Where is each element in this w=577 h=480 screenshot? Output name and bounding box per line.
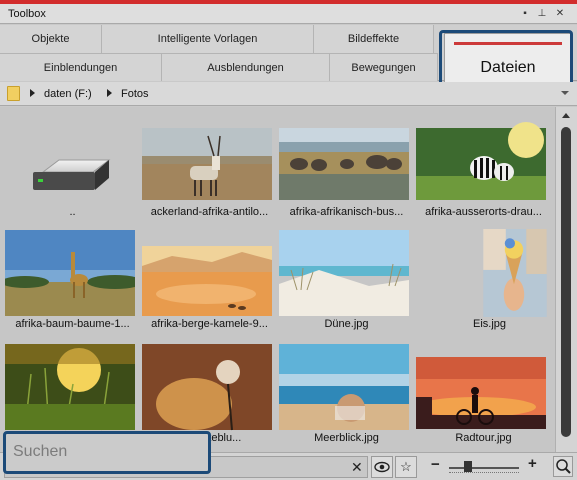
tab-objekte[interactable]: Objekte xyxy=(0,25,102,53)
tab-ausblendungen[interactable]: Ausblendungen xyxy=(162,53,330,81)
thumbnail-camels xyxy=(142,246,272,316)
file-name: .. xyxy=(69,206,76,218)
search-input[interactable]: Suchen xyxy=(3,431,211,474)
title-bar: Toolbox ▪ ⊥ ✕ xyxy=(0,4,577,24)
file-name: afrika-baum-baume-1... xyxy=(15,318,130,330)
thumbnail-zebras xyxy=(416,122,546,200)
file-tile[interactable]: ackerland-afrika-antilo... xyxy=(142,120,277,222)
tab-strip: Objekte Intelligente Vorlagen Bildeffekt… xyxy=(0,25,577,103)
file-tile[interactable]: ...-pusteblu... xyxy=(142,343,277,445)
clear-icon[interactable]: ✕ xyxy=(351,459,363,476)
breadcrumb: daten (F:) Fotos xyxy=(0,82,577,106)
thumbnail-elephants xyxy=(279,128,409,200)
breadcrumb-arrow-icon[interactable] xyxy=(107,89,112,97)
restore-icon[interactable]: ▪ xyxy=(518,7,532,21)
zoom-slider-ticks xyxy=(449,472,519,475)
star-icon[interactable]: ☆ xyxy=(395,456,417,478)
breadcrumb-arrow-icon[interactable] xyxy=(30,89,35,97)
zoom-slider-thumb[interactable] xyxy=(464,461,472,472)
file-name: afrika-berge-kamele-9... xyxy=(151,318,268,330)
file-tile[interactable]: afrika-ausserorts-drau... xyxy=(416,120,551,222)
thumbnail-grass-sunset xyxy=(5,344,135,431)
file-tile[interactable] xyxy=(5,343,140,445)
tab-bewegungen[interactable]: Bewegungen xyxy=(330,53,438,81)
file-tile[interactable]: afrika-baum-baume-1... xyxy=(5,229,140,331)
file-name: Eis.jpg xyxy=(472,318,507,330)
file-grid: .. ackerland-afrika-antilo... afrika-afr… xyxy=(0,107,555,452)
tab-intelligente-vorlagen[interactable]: Intelligente Vorlagen xyxy=(102,25,314,53)
zoom-fit-icon[interactable] xyxy=(553,456,573,477)
file-name: Radtour.jpg xyxy=(455,432,512,444)
file-tile[interactable]: Eis.jpg xyxy=(450,229,547,331)
file-name: Düne.jpg xyxy=(324,318,369,330)
vertical-scrollbar[interactable] xyxy=(555,107,577,452)
scroll-up-icon[interactable] xyxy=(562,113,570,118)
active-tab-indicator xyxy=(454,42,562,45)
folder-icon[interactable] xyxy=(7,86,20,101)
thumbnail-bike-tour xyxy=(416,357,546,429)
breadcrumb-folder[interactable]: Fotos xyxy=(121,88,149,100)
file-tile[interactable]: afrika-afrikanisch-bus... xyxy=(279,120,414,222)
file-name: afrika-ausserorts-drau... xyxy=(425,206,542,218)
file-tile[interactable]: afrika-berge-kamele-9... xyxy=(142,229,277,331)
close-icon[interactable]: ✕ xyxy=(553,7,567,21)
thumbnail-antelope xyxy=(142,128,272,200)
thumbnail-icecream xyxy=(483,229,547,317)
thumbnail-dandelion xyxy=(142,344,272,431)
thumbnail-dune xyxy=(279,230,409,316)
file-tile[interactable]: Düne.jpg xyxy=(279,229,414,331)
window-title: Toolbox xyxy=(8,8,46,20)
file-name: Meerblick.jpg xyxy=(314,432,379,444)
search-placeholder: Suchen xyxy=(13,443,68,460)
file-tile-parent[interactable]: .. xyxy=(5,120,140,222)
scrollbar-thumb[interactable] xyxy=(561,127,571,437)
breadcrumb-dropdown-icon[interactable] xyxy=(561,91,569,95)
file-name: afrika-afrikanisch-bus... xyxy=(289,206,404,218)
tab-dateien-label: Dateien xyxy=(480,59,536,76)
eye-icon[interactable] xyxy=(371,456,393,478)
drive-icon xyxy=(33,159,111,190)
zoom-slider-track[interactable] xyxy=(449,467,519,469)
file-tile[interactable]: Radtour.jpg xyxy=(416,343,551,445)
breadcrumb-drive[interactable]: daten (F:) xyxy=(44,88,92,100)
file-tile[interactable]: Meerblick.jpg xyxy=(279,343,414,445)
zoom-out-icon[interactable]: − xyxy=(431,456,440,473)
tab-einblendungen[interactable]: Einblendungen xyxy=(0,53,162,81)
file-name: ackerland-afrika-antilo... xyxy=(150,206,269,218)
thumbnail-giraffe xyxy=(5,230,135,316)
zoom-in-icon[interactable]: + xyxy=(528,455,537,472)
thumbnail-sea-view xyxy=(279,344,409,430)
toolbox-window: Toolbox ▪ ⊥ ✕ Objekte Intelligente Vorla… xyxy=(0,0,577,480)
tab-bildeffekte[interactable]: Bildeffekte xyxy=(314,25,434,53)
pin-icon[interactable]: ⊥ xyxy=(535,7,549,21)
